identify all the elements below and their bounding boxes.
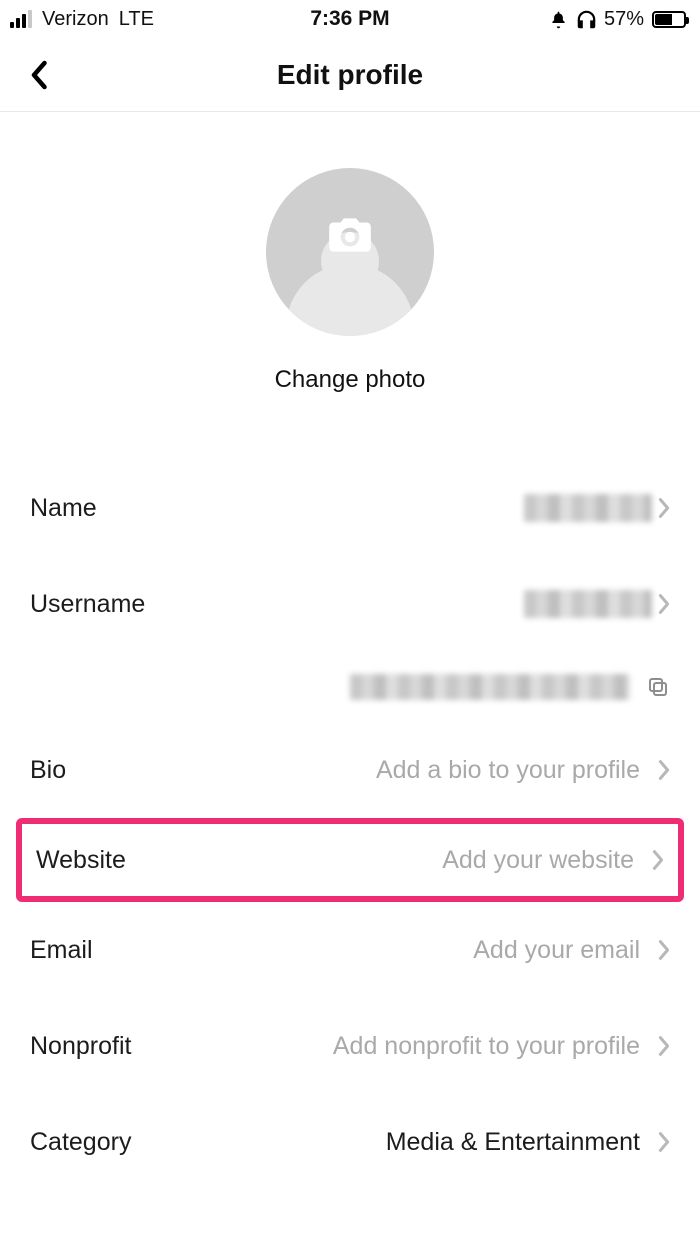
highlighted-row: Website Add your website (16, 818, 684, 902)
row-value: Media & Entertainment (386, 1128, 640, 1157)
back-button[interactable] (22, 57, 58, 93)
row-nonprofit[interactable]: Nonprofit Add nonprofit to your profile (0, 998, 700, 1094)
chevron-right-icon (658, 497, 670, 519)
row-value: Add a bio to your profile (376, 756, 640, 785)
name-value-blurred (524, 494, 652, 522)
photo-section: Change photo (0, 112, 700, 420)
chevron-left-icon (30, 60, 50, 90)
settings-list: Name Username Bio Add a bio to your prof… (0, 420, 700, 1190)
row-label: Website (36, 846, 126, 875)
chevron-right-icon (658, 593, 670, 615)
row-label: Email (30, 936, 93, 965)
battery-icon (652, 11, 686, 28)
row-label: Username (30, 590, 145, 619)
row-bio[interactable]: Bio Add a bio to your profile (0, 722, 700, 818)
row-profile-url (0, 652, 700, 722)
profile-url-blurred (350, 674, 630, 700)
status-bar: Verizon LTE 7:36 PM 57% (0, 0, 700, 38)
chevron-right-icon (658, 1131, 670, 1153)
chevron-right-icon (658, 1035, 670, 1057)
row-label: Bio (30, 756, 66, 785)
page-title: Edit profile (277, 59, 423, 91)
row-value: Add your website (442, 846, 634, 875)
copy-button[interactable] (646, 675, 670, 699)
headphones-icon (575, 8, 598, 31)
camera-icon (325, 214, 375, 261)
row-value: Add your email (473, 936, 640, 965)
row-value: Add nonprofit to your profile (333, 1032, 640, 1061)
row-email[interactable]: Email Add your email (0, 902, 700, 998)
copy-icon (646, 675, 670, 699)
avatar[interactable] (266, 168, 434, 336)
row-label: Name (30, 494, 97, 523)
chevron-right-icon (652, 849, 664, 871)
chevron-right-icon (658, 939, 670, 961)
row-category[interactable]: Category Media & Entertainment (0, 1094, 700, 1190)
network-label: LTE (119, 8, 154, 31)
nav-header: Edit profile (0, 38, 700, 112)
clock: 7:36 PM (310, 7, 389, 31)
status-left: Verizon LTE (10, 8, 154, 31)
alarm-icon (548, 9, 569, 30)
battery-pct: 57% (604, 8, 644, 31)
carrier-label: Verizon (42, 8, 109, 31)
row-website[interactable]: Website Add your website (22, 824, 678, 896)
signal-icon (10, 10, 32, 28)
row-username[interactable]: Username (0, 556, 700, 652)
row-label: Category (30, 1128, 131, 1157)
avatar-body (286, 264, 414, 336)
row-name[interactable]: Name (0, 460, 700, 556)
chevron-right-icon (658, 759, 670, 781)
change-photo-button[interactable]: Change photo (275, 366, 426, 394)
status-right: 57% (548, 8, 686, 31)
username-value-blurred (524, 590, 652, 618)
row-label: Nonprofit (30, 1032, 131, 1061)
